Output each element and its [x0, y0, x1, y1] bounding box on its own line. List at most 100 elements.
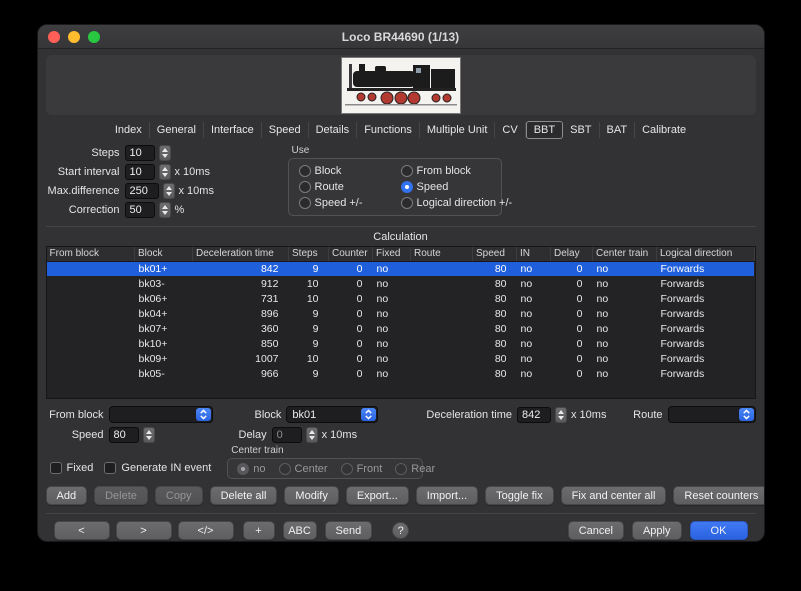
table-cell[interactable]: no: [593, 321, 657, 336]
radio-center-train-front[interactable]: Front: [341, 463, 383, 475]
table-cell[interactable]: 80: [473, 336, 517, 351]
table-cell[interactable]: 80: [473, 351, 517, 366]
table-cell[interactable]: no: [373, 351, 411, 366]
table-cell[interactable]: 10: [289, 276, 329, 291]
table-cell[interactable]: no: [517, 291, 551, 306]
stepper-icon[interactable]: [159, 145, 171, 161]
cancel-button[interactable]: Cancel: [568, 521, 624, 540]
tab-general[interactable]: General: [150, 122, 204, 138]
table-cell[interactable]: no: [373, 336, 411, 351]
close-button[interactable]: [48, 31, 60, 43]
table-cell[interactable]: 9: [289, 261, 329, 276]
column-header[interactable]: Block: [135, 247, 193, 261]
table-row[interactable]: bk10+85090no80no0noForwards: [47, 336, 755, 351]
table-cell[interactable]: 0: [329, 261, 373, 276]
zoom-button[interactable]: [88, 31, 100, 43]
from-block-combo[interactable]: [109, 406, 213, 423]
table-cell[interactable]: 0: [329, 336, 373, 351]
column-header[interactable]: IN: [517, 247, 551, 261]
table-cell[interactable]: Forwards: [657, 336, 755, 351]
table-cell[interactable]: Forwards: [657, 261, 755, 276]
correction-field[interactable]: 50: [125, 202, 155, 218]
table-cell[interactable]: [411, 366, 473, 381]
radio-center-train-no[interactable]: no: [237, 463, 265, 475]
table-cell[interactable]: no: [373, 261, 411, 276]
table-cell[interactable]: 912: [193, 276, 289, 291]
table-cell[interactable]: 80: [473, 291, 517, 306]
table-cell[interactable]: [47, 291, 135, 306]
table-cell[interactable]: 0: [551, 291, 593, 306]
chevron-down-icon[interactable]: [361, 408, 376, 421]
copy-button[interactable]: Copy: [155, 486, 203, 505]
table-cell[interactable]: 80: [473, 276, 517, 291]
table-cell[interactable]: no: [517, 261, 551, 276]
table-cell[interactable]: 9: [289, 306, 329, 321]
send-button[interactable]: Send: [325, 521, 373, 540]
table-cell[interactable]: bk10+: [135, 336, 193, 351]
table-cell[interactable]: [411, 336, 473, 351]
help-button[interactable]: ?: [392, 522, 409, 539]
table-row[interactable]: bk01+84290no80no0noForwards: [47, 261, 755, 276]
table-cell[interactable]: no: [373, 321, 411, 336]
deceleration-time-field[interactable]: 842: [517, 407, 551, 423]
table-cell[interactable]: 0: [329, 276, 373, 291]
table-row[interactable]: bk03-912100no80no0noForwards: [47, 276, 755, 291]
table-cell[interactable]: no: [517, 276, 551, 291]
table-cell[interactable]: no: [593, 351, 657, 366]
delete-button[interactable]: Delete: [94, 486, 148, 505]
table-cell[interactable]: 1007: [193, 351, 289, 366]
chevron-down-icon[interactable]: [196, 408, 211, 421]
fix-and-center-all-button[interactable]: Fix and center all: [561, 486, 667, 505]
table-cell[interactable]: 80: [473, 366, 517, 381]
column-header[interactable]: Logical direction: [657, 247, 755, 261]
table-cell[interactable]: 0: [329, 366, 373, 381]
table-cell[interactable]: 9: [289, 336, 329, 351]
route-combo[interactable]: [668, 406, 756, 423]
import-button[interactable]: Import...: [416, 486, 478, 505]
table-cell[interactable]: 80: [473, 261, 517, 276]
table-cell[interactable]: 0: [329, 351, 373, 366]
stepper-icon[interactable]: [159, 164, 171, 180]
chevron-down-icon[interactable]: [739, 408, 754, 421]
table-cell[interactable]: 10: [289, 291, 329, 306]
table-cell[interactable]: [411, 261, 473, 276]
tab-calibrate[interactable]: Calibrate: [635, 122, 693, 138]
table-cell[interactable]: no: [517, 351, 551, 366]
table-row[interactable]: bk09+1007100no80no0noForwards: [47, 351, 755, 366]
modify-button[interactable]: Modify: [284, 486, 338, 505]
table-cell[interactable]: 731: [193, 291, 289, 306]
add-button[interactable]: Add: [46, 486, 88, 505]
table-cell[interactable]: [411, 321, 473, 336]
table-cell[interactable]: Forwards: [657, 306, 755, 321]
column-header[interactable]: Fixed: [373, 247, 411, 261]
table-cell[interactable]: no: [593, 276, 657, 291]
table-cell[interactable]: bk04+: [135, 306, 193, 321]
table-cell[interactable]: no: [593, 261, 657, 276]
start-interval-field[interactable]: 10: [125, 164, 155, 180]
column-header[interactable]: Center train: [593, 247, 657, 261]
tab-sbt[interactable]: SBT: [563, 122, 599, 138]
reset-counters-button[interactable]: Reset counters: [673, 486, 764, 505]
column-header[interactable]: Deceleration time: [193, 247, 289, 261]
table-cell[interactable]: Forwards: [657, 351, 755, 366]
table-cell[interactable]: no: [593, 336, 657, 351]
table-cell[interactable]: no: [517, 336, 551, 351]
radio-center-train-center[interactable]: Center: [279, 463, 328, 475]
table-cell[interactable]: [47, 261, 135, 276]
stepper-icon[interactable]: [555, 407, 567, 423]
table-cell[interactable]: 896: [193, 306, 289, 321]
table-cell[interactable]: [411, 291, 473, 306]
previous-button[interactable]: <: [54, 521, 110, 540]
delete-all-button[interactable]: Delete all: [210, 486, 278, 505]
toggle-fix-button[interactable]: Toggle fix: [485, 486, 553, 505]
table-cell[interactable]: no: [517, 306, 551, 321]
minimize-button[interactable]: [68, 31, 80, 43]
table-cell[interactable]: 80: [473, 321, 517, 336]
table-cell[interactable]: no: [517, 321, 551, 336]
table-cell[interactable]: 842: [193, 261, 289, 276]
stepper-icon[interactable]: [306, 427, 318, 443]
table-cell[interactable]: [411, 276, 473, 291]
table-cell[interactable]: 360: [193, 321, 289, 336]
code-view-button[interactable]: </>: [178, 521, 234, 540]
table-cell[interactable]: no: [593, 306, 657, 321]
